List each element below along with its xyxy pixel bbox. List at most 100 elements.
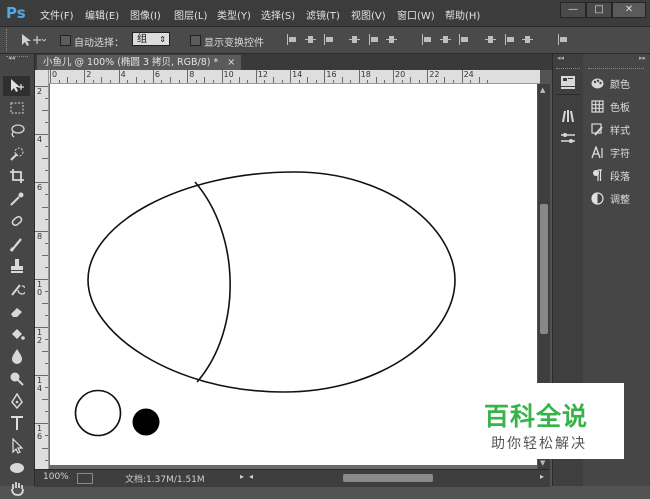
clone-stamp-tool-icon[interactable] [9,258,25,274]
menu-edit[interactable]: 编辑(E) [85,7,119,22]
align-distribute-icon[interactable] [323,34,334,45]
menu-image[interactable]: 图像(I) [130,7,161,22]
panel-item-color[interactable]: 颜色 [591,76,630,92]
ruler-number: 2 [37,87,43,96]
menu-select[interactable]: 选择(S) [261,7,295,22]
ruler-major-tick [461,70,463,83]
dodge-tool-icon[interactable] [9,371,25,387]
align-distribute-icon[interactable] [504,34,515,45]
status-info-icon[interactable] [77,473,93,484]
brush-presets-icon[interactable] [560,107,576,126]
ruler-minor-tick [307,77,309,83]
status-bar: 100% 文档:1.37M/1.51M ▸ ◂ ▸ [35,469,550,487]
align-distribute-icon[interactable] [557,34,568,45]
eyedropper-tool-icon[interactable] [9,191,25,207]
scroll-right-icon[interactable]: ▸ [540,472,544,481]
align-distribute-icon[interactable] [485,34,496,45]
menu-filter[interactable]: 滤镜(T) [306,7,340,22]
ruler-major-tick [358,70,360,83]
dock-collapse-icon[interactable]: ◂◂ [557,54,564,62]
marquee-tool-icon[interactable] [9,100,25,116]
align-distribute-icon[interactable] [522,34,533,45]
vertical-ruler[interactable]: 2 4 6 8 1 0 1 2 1 4 1 6 [35,70,49,469]
align-distribute-icon[interactable] [386,34,397,45]
ruler-minor-tick [298,80,300,83]
menu-help[interactable]: 帮助(H) [445,7,480,22]
ruler-minor-tick [75,80,77,83]
quick-selection-tool-icon[interactable] [9,146,25,162]
paragraph-icon [591,169,604,182]
document-tab-label: 小鱼儿 @ 100% (椭圆 3 拷贝, RGB/8) * [43,57,219,68]
minimize-button[interactable]: — [560,2,586,18]
scroll-up-icon[interactable]: ▲ [540,86,545,94]
auto-select-checkbox[interactable] [60,35,71,46]
panel-expand-icon[interactable]: ▸▸ [639,54,646,62]
pen-tool-icon[interactable] [9,392,25,410]
move-tool-preset-icon[interactable] [20,33,47,47]
ruler-minor-tick [170,77,172,83]
ruler-number: 6 [37,183,43,193]
align-distribute-icon[interactable] [421,34,432,45]
align-distribute-icon[interactable] [349,34,360,45]
blur-tool-icon[interactable] [9,348,25,364]
crop-tool-icon[interactable] [9,168,25,184]
ruler-minor-tick [45,459,48,461]
show-transform-checkbox[interactable] [190,35,201,46]
ruler-number: 1 4 [37,376,43,394]
maximize-button[interactable]: □ [586,2,612,18]
move-tool-icon[interactable] [9,78,25,94]
ruler-minor-tick [195,80,197,83]
path-selection-tool-icon[interactable] [9,437,25,454]
brush-tool-icon[interactable] [9,236,25,252]
auto-select-dropdown[interactable]: 组 ⇕ [132,32,170,46]
type-tool-icon[interactable] [9,415,25,431]
ruler-major-tick [255,70,257,83]
menu-layer[interactable]: 图层(L) [174,7,207,22]
panel-item-swatches[interactable]: 色板 [591,99,630,115]
fish-body-ellipse [87,171,456,393]
panel-item-paragraph[interactable]: 段落 [591,168,630,184]
ruler-minor-tick [435,80,437,83]
panel-item-styles[interactable]: 样式 [591,122,630,138]
ruler-number: 24 [463,70,474,79]
ruler-minor-tick [350,80,352,83]
paint-bucket-tool-icon[interactable] [9,326,25,342]
align-distribute-icon[interactable] [440,34,451,45]
close-window-button[interactable]: ✕ [612,2,646,18]
align-distribute-icon[interactable] [368,34,379,45]
panel-item-adjustments[interactable]: 调整 [591,191,630,207]
ruler-number: 6 [154,70,160,79]
status-menu-arrow-icon[interactable]: ▸ [240,472,244,481]
horizontal-scroll-thumb[interactable] [343,474,433,482]
scroll-left-icon[interactable]: ◂ [249,472,253,481]
ruler-minor-tick [45,435,48,437]
align-distribute-icon[interactable] [305,34,316,45]
menu-type[interactable]: 类型(Y) [217,7,251,22]
collapse-arrows-icon[interactable]: ◂◂ [8,54,15,62]
ruler-minor-tick [341,77,343,83]
close-tab-icon[interactable]: × [227,57,235,68]
scroll-down-icon[interactable]: ▼ [540,459,545,467]
vertical-scroll-thumb[interactable] [540,204,548,334]
healing-brush-tool-icon[interactable] [9,213,25,229]
hand-tool-icon[interactable] [9,480,25,496]
tool-presets-icon[interactable] [560,130,576,149]
menu-view[interactable]: 视图(V) [351,7,386,22]
eraser-tool-icon[interactable] [9,303,25,319]
align-distribute-icon[interactable] [286,34,297,45]
align-distribute-icon[interactable] [458,34,469,45]
history-panel-icon[interactable] [560,74,576,93]
document-tab[interactable]: 小鱼儿 @ 100% (椭圆 3 拷贝, RGB/8) * × [37,55,242,70]
ruler-minor-tick [161,80,163,83]
history-brush-tool-icon[interactable] [9,281,27,297]
ruler-minor-tick [230,80,232,83]
lasso-tool-icon[interactable] [9,123,25,139]
ruler-number: 20 [395,70,406,79]
horizontal-ruler[interactable]: 0 2 4 6 8 10 12 14 16 18 20 22 24 [49,70,540,84]
menu-file[interactable]: 文件(F) [40,7,74,22]
menu-window[interactable]: 窗口(W) [397,7,435,22]
ellipse-tool-icon[interactable] [9,460,25,476]
zoom-level[interactable]: 100% [43,472,69,482]
panel-item-character[interactable]: 字符 [591,145,630,161]
ruler-minor-tick [367,80,369,83]
